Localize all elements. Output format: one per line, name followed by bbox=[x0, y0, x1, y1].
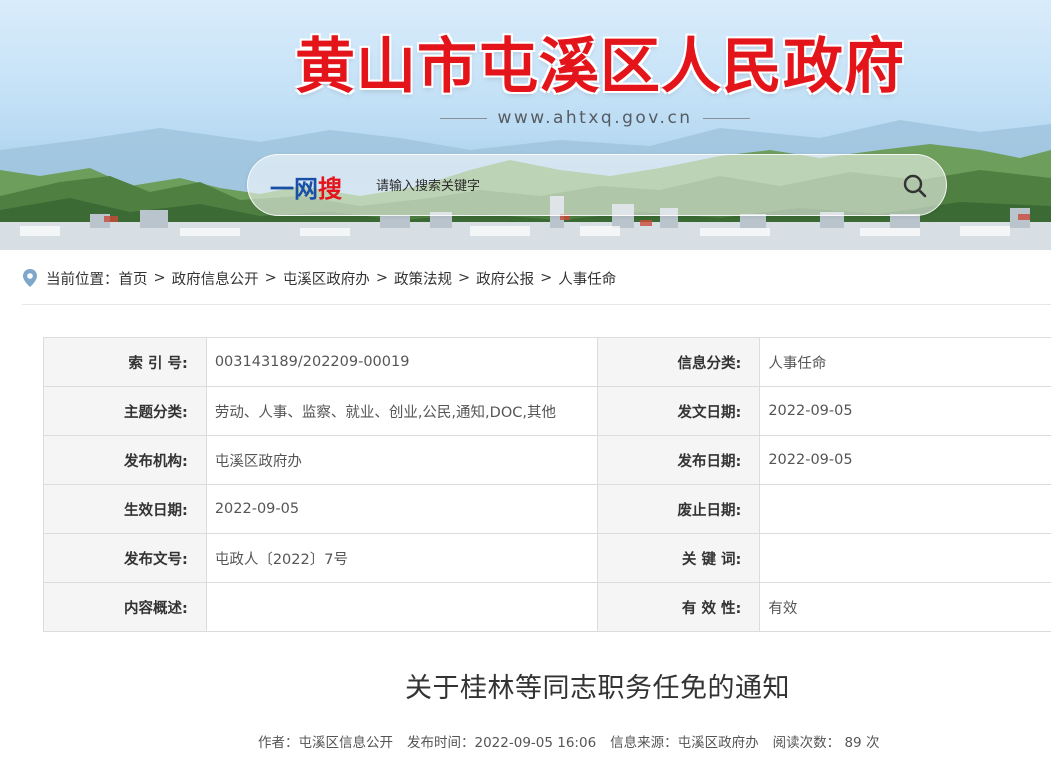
divider-line bbox=[702, 117, 750, 119]
value-info-category: 人事任命 bbox=[759, 337, 1051, 387]
breadcrumb-divider bbox=[22, 304, 1051, 305]
table-row: 生效日期: 2022-09-05 废止日期: bbox=[43, 484, 1051, 534]
label-effective-date: 生效日期: bbox=[43, 484, 207, 534]
breadcrumb-separator: > bbox=[375, 270, 388, 286]
value-effective-date: 2022-09-05 bbox=[205, 484, 598, 534]
label-topic-category: 主题分类: bbox=[43, 386, 207, 436]
search-logo: 一网搜 bbox=[270, 169, 342, 204]
table-row: 发布机构: 屯溪区政府办 发布日期: 2022-09-05 bbox=[43, 435, 1051, 485]
value-keywords bbox=[759, 533, 1051, 583]
breadcrumb-separator: > bbox=[457, 270, 471, 286]
label-index-number: 索 引 号: bbox=[43, 337, 207, 387]
value-index-number: 003143189/202209-00019 bbox=[205, 337, 598, 387]
location-pin-icon bbox=[23, 269, 37, 287]
meta-author-label: 作者： bbox=[258, 735, 299, 751]
meta-reads-value: 89 bbox=[844, 735, 862, 751]
site-title: 黄山市屯溪区人民政府 bbox=[295, 32, 905, 102]
meta-reads-unit: 次 bbox=[865, 735, 880, 751]
article-meta: 作者：屯溪区信息公开 发布时间：2022-09-05 16:06 信息来源：屯溪… bbox=[258, 731, 879, 751]
breadcrumb-separator: > bbox=[264, 270, 277, 286]
value-publish-date: 2022-09-05 bbox=[759, 435, 1051, 485]
header-banner: 黄山市屯溪区人民政府 www.ahtxq.gov.cn 一网搜 bbox=[0, 0, 1051, 250]
meta-source-value: 屯溪区政府办 bbox=[677, 735, 759, 751]
table-row: 内容概述: 有 效 性: 有效 bbox=[43, 582, 1051, 632]
meta-reads-label: 阅读次数： bbox=[772, 735, 841, 751]
value-issue-date: 2022-09-05 bbox=[759, 386, 1051, 436]
label-repeal-date: 废止日期: bbox=[596, 484, 761, 534]
meta-time: 发布时间：2022-09-05 16:06 bbox=[407, 731, 596, 751]
meta-time-value: 2022-09-05 16:06 bbox=[474, 735, 597, 751]
value-validity: 有效 bbox=[759, 582, 1051, 632]
label-keywords: 关 键 词: bbox=[596, 533, 761, 583]
breadcrumb-prefix: 当前位置： bbox=[46, 271, 119, 288]
article-title: 关于桂林等同志职务任免的通知 bbox=[405, 673, 790, 704]
breadcrumb: 当前位置： 首页 > 政府信息公开 > 屯溪区政府办 > 政策法规 > 政府公报… bbox=[22, 266, 616, 290]
search-button[interactable] bbox=[898, 169, 932, 203]
value-repeal-date bbox=[759, 484, 1051, 534]
search-box: 一网搜 bbox=[247, 154, 947, 216]
value-topic-category: 劳动、人事、监察、就业、创业,公民,通知,DOC,其他 bbox=[205, 386, 598, 436]
label-document-number: 发布文号: bbox=[43, 533, 207, 583]
value-document-number: 屯政人〔2022〕7号 bbox=[205, 533, 598, 583]
meta-author: 作者：屯溪区信息公开 bbox=[258, 731, 393, 751]
breadcrumb-gazette[interactable]: 政府公报 bbox=[476, 268, 534, 289]
search-logo-part2: 搜 bbox=[318, 175, 342, 203]
breadcrumb-home[interactable]: 首页 bbox=[119, 268, 148, 289]
label-publisher: 发布机构: bbox=[43, 435, 207, 485]
breadcrumb-policy[interactable]: 政策法规 bbox=[394, 268, 452, 289]
divider-line bbox=[440, 117, 488, 119]
meta-time-label: 发布时间： bbox=[407, 735, 475, 751]
breadcrumb-separator: > bbox=[540, 270, 553, 286]
label-summary: 内容概述: bbox=[43, 582, 207, 632]
breadcrumb-personnel[interactable]: 人事任命 bbox=[558, 268, 616, 289]
search-logo-part1: 一网 bbox=[270, 175, 318, 203]
site-url-row: www.ahtxq.gov.cn bbox=[430, 106, 760, 130]
label-issue-date: 发文日期: bbox=[596, 386, 761, 436]
value-publisher: 屯溪区政府办 bbox=[205, 435, 598, 485]
search-icon bbox=[903, 174, 927, 198]
label-publish-date: 发布日期: bbox=[596, 435, 761, 485]
breadcrumb-district-office[interactable]: 屯溪区政府办 bbox=[283, 268, 370, 289]
label-validity: 有 效 性: bbox=[596, 582, 761, 632]
table-row: 发布文号: 屯政人〔2022〕7号 关 键 词: bbox=[43, 533, 1051, 583]
meta-reads: 阅读次数： 89 次 bbox=[773, 731, 880, 751]
search-input[interactable] bbox=[376, 173, 876, 199]
meta-author-value: 屯溪区信息公开 bbox=[298, 735, 394, 751]
table-row: 主题分类: 劳动、人事、监察、就业、创业,公民,通知,DOC,其他 发文日期: … bbox=[43, 386, 1051, 436]
table-row: 索 引 号: 003143189/202209-00019 信息分类: 人事任命 bbox=[43, 337, 1051, 387]
value-summary bbox=[205, 582, 598, 632]
site-url: www.ahtxq.gov.cn bbox=[497, 108, 693, 128]
breadcrumb-gov-info[interactable]: 政府信息公开 bbox=[172, 268, 259, 289]
label-info-category: 信息分类: bbox=[596, 337, 761, 387]
document-info-table: 索 引 号: 003143189/202209-00019 信息分类: 人事任命… bbox=[43, 337, 1051, 632]
meta-source-label: 信息来源： bbox=[610, 735, 678, 751]
breadcrumb-separator: > bbox=[153, 270, 166, 286]
meta-source: 信息来源：屯溪区政府办 bbox=[610, 731, 759, 751]
